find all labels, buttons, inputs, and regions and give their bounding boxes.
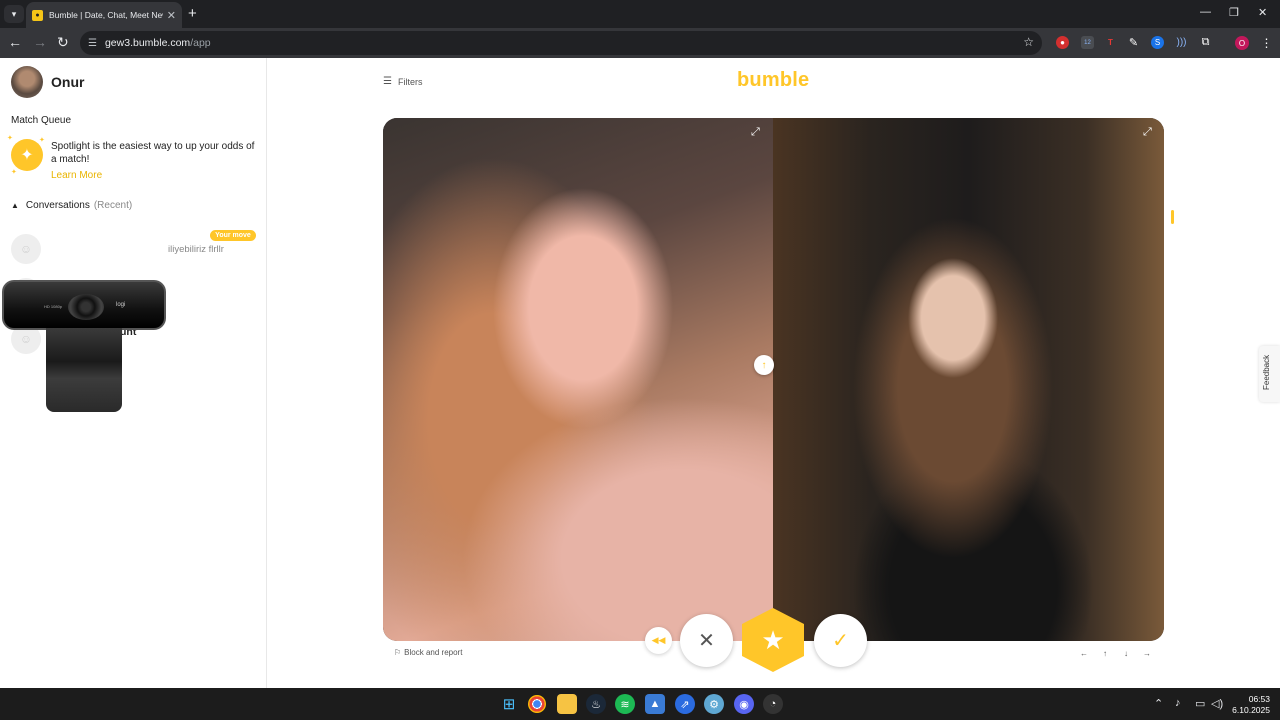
site-info-icon[interactable]: ☰ xyxy=(88,38,97,49)
sparkle-icon: ✦ xyxy=(7,135,13,142)
match-queue-title: Match Queue xyxy=(11,115,72,126)
discord-icon[interactable]: ◉ xyxy=(734,694,754,714)
profile-initial: O xyxy=(1238,38,1246,48)
bumble-logo: bumble xyxy=(737,69,810,91)
other-app-icon[interactable]: ◔ xyxy=(763,694,783,714)
profile-icon[interactable]: O xyxy=(1235,36,1249,50)
webcam-brand: logi xyxy=(116,302,126,308)
calendar-badge: 12 xyxy=(1084,39,1091,46)
tp-icon[interactable]: T xyxy=(1104,36,1117,49)
minimize-icon[interactable]: — xyxy=(1200,6,1211,18)
rewind-button[interactable]: ◀◀ xyxy=(645,627,672,654)
filters-label: Filters xyxy=(397,76,423,87)
checkmark-icon: ✓ xyxy=(832,630,849,652)
expand-icon[interactable]: ⤢ xyxy=(751,126,760,139)
microphone-icon[interactable]: ♪ xyxy=(1175,697,1181,709)
conversation-message: iliyebiliriz flrllr xyxy=(168,244,224,255)
keyboard-down-hint: ↓ xyxy=(1124,648,1128,658)
windows-start-icon[interactable]: ⊞ xyxy=(499,694,519,714)
menu-dots-icon[interactable]: ⋮ xyxy=(1260,36,1273,50)
sliders-icon: ☰ xyxy=(383,76,392,87)
chrome-icon[interactable] xyxy=(528,695,546,713)
tab-title: Bumble | Date, Chat, Meet New xyxy=(48,10,163,20)
red-shield-icon[interactable]: ● xyxy=(1056,36,1069,49)
block-and-report-link[interactable]: ⚐ Block and report xyxy=(394,648,462,657)
photos-icon[interactable]: ▲ xyxy=(645,694,665,714)
spotlight-text: Spotlight is the easiest way to up your … xyxy=(51,141,255,165)
keyboard-up-hint: ↑ xyxy=(1103,648,1107,658)
profile-card[interactable]: ⤢ ⤢ xyxy=(383,118,1164,641)
wave-icon[interactable]: ))) xyxy=(1175,36,1188,49)
star-outline-icon[interactable]: ☆ xyxy=(1023,35,1034,49)
sparkle-icon: ✦ xyxy=(39,137,45,144)
url-path: /app xyxy=(190,37,211,49)
like-button[interactable]: ✓ xyxy=(814,614,867,667)
file-explorer-icon[interactable] xyxy=(557,694,577,714)
block-report-label: Block and report xyxy=(404,648,463,657)
scroll-up-button[interactable]: ↑ xyxy=(754,355,774,375)
webcam-body: HD 1080p logi xyxy=(2,280,166,330)
address-bar[interactable]: ☰ gew3.bumble.com /app ☆ xyxy=(80,31,1042,55)
bumble-page: Onur Match Queue ✦ ✦ ✦ ✦ Spotlight is th… xyxy=(0,58,1280,688)
chevron-up-icon[interactable]: ▲ xyxy=(11,201,19,210)
sparkle-icon: ✦ xyxy=(11,169,17,176)
conversations-sub: (Recent) xyxy=(93,200,133,211)
clock-time[interactable]: 06:53 xyxy=(1236,694,1270,704)
forward-arrow-icon[interactable]: → xyxy=(33,34,47,50)
profile-photo-left xyxy=(383,118,773,641)
restore-icon[interactable]: ❐ xyxy=(1229,6,1239,19)
flag-icon: ⚐ xyxy=(394,648,402,657)
webcam-model: HD 1080p xyxy=(44,304,63,309)
conversations-header[interactable]: ▲ Conversations (Recent) xyxy=(11,200,132,211)
avatar[interactable] xyxy=(11,66,43,98)
scroll-indicator xyxy=(1171,210,1174,224)
rewind-icon: ◀◀ xyxy=(651,635,666,645)
x-icon: ✕ xyxy=(698,630,715,652)
feedback-label: Feedback xyxy=(1262,354,1271,390)
bumble-favicon-icon: ● xyxy=(32,9,43,21)
clock-date[interactable]: 6.10.2025 xyxy=(1230,705,1270,715)
steam-icon[interactable]: ♨ xyxy=(586,694,606,714)
keyboard-right-hint: → xyxy=(1143,648,1151,658)
tab-search-icon[interactable]: ▾ xyxy=(4,5,24,23)
expand-icon[interactable]: ⤢ xyxy=(1143,126,1152,139)
tab-bumble[interactable]: ● Bumble | Date, Chat, Meet New ✕ xyxy=(26,2,182,28)
app-icon[interactable]: ⇗ xyxy=(675,694,695,714)
back-arrow-icon[interactable]: ← xyxy=(8,34,22,50)
tab-bar: ▾ ● Bumble | Date, Chat, Meet New ✕ + — … xyxy=(0,0,1280,28)
close-icon[interactable]: ✕ xyxy=(167,9,176,22)
display-icon[interactable]: ▭ xyxy=(1195,697,1205,710)
filters-button[interactable]: ☰ Filters xyxy=(383,76,422,87)
pass-button[interactable]: ✕ xyxy=(680,614,733,667)
reload-icon[interactable]: ↻ xyxy=(57,34,69,50)
puzzle-icon[interactable]: ⧉ xyxy=(1199,36,1212,49)
webcam-overlay: HD 1080p logi xyxy=(2,280,166,414)
learn-more-link[interactable]: Learn More xyxy=(51,170,102,181)
volume-icon[interactable]: ◁) xyxy=(1211,697,1223,710)
settings-icon[interactable]: ⚙ xyxy=(704,694,724,714)
keyboard-left-hint: ← xyxy=(1080,648,1088,658)
chevron-up-icon[interactable]: ⌃ xyxy=(1154,697,1163,710)
profile-photo-right xyxy=(773,118,1164,641)
webcam-stand xyxy=(46,328,122,412)
feedback-tab[interactable]: Feedback xyxy=(1259,346,1280,402)
url-host: gew3.bumble.com xyxy=(104,37,191,49)
spotify-icon[interactable]: ≋ xyxy=(615,694,635,714)
window-close-icon[interactable]: ✕ xyxy=(1258,6,1267,19)
new-tab-plus-icon[interactable]: + xyxy=(188,5,197,22)
browser-toolbar: ← → ↻ ☰ gew3.bumble.com /app ☆ ● 12 T ✎ … xyxy=(0,28,1280,58)
star-icon: ★ xyxy=(761,624,785,655)
conversation-item[interactable]: ☺ iliyebiliriz flrllr xyxy=(0,228,266,272)
pen-icon[interactable]: ✎ xyxy=(1127,36,1140,49)
user-name[interactable]: Onur xyxy=(51,74,84,90)
conversations-label: Conversations xyxy=(25,200,90,211)
calendar-icon[interactable]: 12 xyxy=(1081,36,1094,49)
webcam-lens xyxy=(68,294,104,320)
conversation-avatar: ☺ xyxy=(11,234,41,264)
taskbar: ⊞ ♨ ≋ ▲ ⇗ ⚙ ◉ ◔ ⌃ ♪ ▭ ◁) 06:53 6.10.2025 xyxy=(0,688,1280,720)
blue-circle-icon[interactable]: S xyxy=(1151,36,1164,49)
